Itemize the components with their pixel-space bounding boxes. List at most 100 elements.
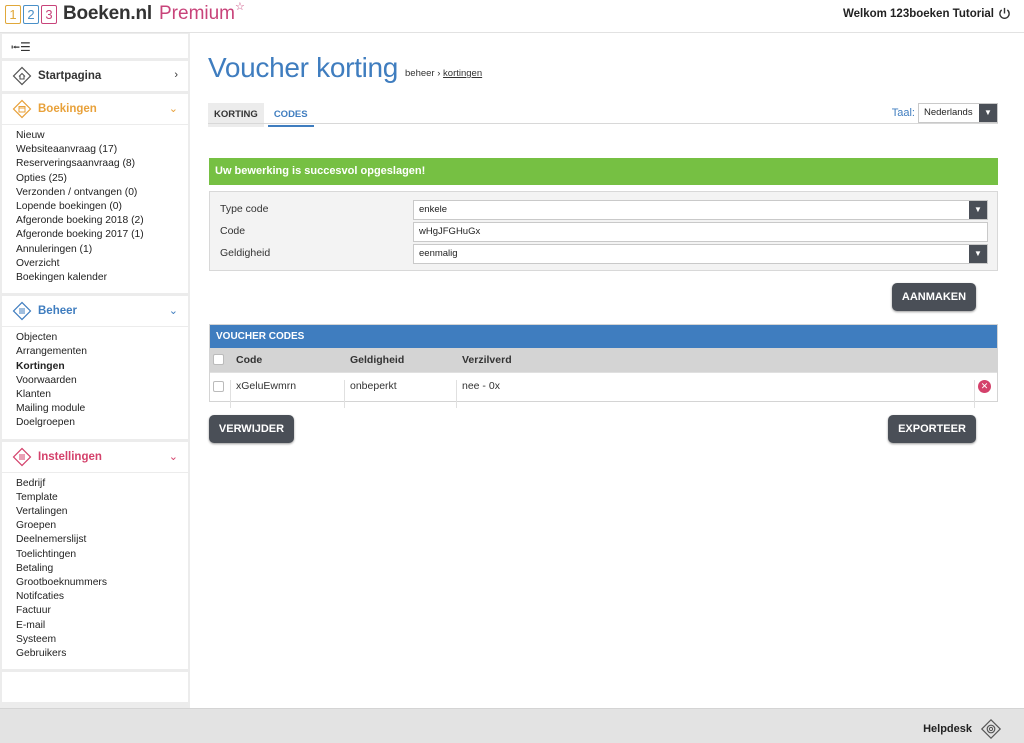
sidebar-item-voorwaarden[interactable]: Voorwaarden <box>16 374 188 388</box>
voucher-codes-table: VOUCHER CODES Code Geldigheid Verzilverd… <box>209 324 998 408</box>
sidebar-panel-more <box>2 672 188 703</box>
select-all-checkbox[interactable] <box>213 354 224 365</box>
sidebar-item-objecten[interactable]: Objecten <box>16 331 188 345</box>
success-alert: Uw bewerking is succesvol opgeslagen! <box>209 158 998 185</box>
sidebar-item-verzonden[interactable]: Verzonden / ontvangen (0) <box>16 186 188 200</box>
chevron-down-icon: ⌄ <box>168 103 178 115</box>
power-icon[interactable] <box>998 7 1011 20</box>
sidebar-item-kortingen[interactable]: Kortingen <box>16 360 188 374</box>
sidebar-item-annuleringen[interactable]: Annuleringen (1) <box>16 243 188 257</box>
language-label: Taal: <box>891 107 915 119</box>
welcome-text: Welkom 123boeken Tutorial <box>842 7 994 20</box>
sidebar-item-betaling[interactable]: Betaling <box>16 562 188 576</box>
dropdown-arrow-icon[interactable]: ▼ <box>969 201 987 219</box>
sidebar-item-afgeronde-2018[interactable]: Afgeronde boeking 2018 (2) <box>16 214 188 228</box>
sidebar-section-beheer[interactable]: Beheer ⌄ <box>2 296 188 326</box>
form-row-code: Code wHgJFGHuGx <box>210 222 997 242</box>
calendar-icon <box>12 99 32 119</box>
sidebar-item-gebruikers[interactable]: Gebruikers <box>16 647 188 661</box>
sidebar-item-boekingen-kalender[interactable]: Boekingen kalender <box>16 271 188 285</box>
sidebar-item-afgeronde-2017[interactable]: Afgeronde boeking 2017 (1) <box>16 228 188 242</box>
sidebar-toggle[interactable]: ⭰☰ <box>2 34 188 58</box>
sidebar-panel-instellingen: Instellingen ⌄ Bedrijf Template Vertalin… <box>2 441 188 670</box>
sidebar-section-instellingen[interactable]: Instellingen ⌄ <box>2 442 188 472</box>
sidebar-item-factuur[interactable]: Factuur <box>16 604 188 618</box>
user-menu[interactable]: Welkom 123boeken Tutorial <box>843 7 1011 20</box>
cell-verzilverd: nee - 0x <box>462 380 500 392</box>
star-icon: ☆ <box>235 0 245 13</box>
sidebar-panel-beheer: Beheer ⌄ Objecten Arrangementen Kortinge… <box>2 296 188 439</box>
sidebar-item-klanten[interactable]: Klanten <box>16 388 188 402</box>
list-icon <box>12 301 32 321</box>
sidebar-item-reserveringsaanvraag[interactable]: Reserveringsaanvraag (8) <box>16 157 188 171</box>
breadcrumb: beheer › kortingen <box>405 68 482 79</box>
dropdown-arrow-icon[interactable]: ▼ <box>969 245 987 263</box>
sidebar-item-mailing-module[interactable]: Mailing module <box>16 402 188 416</box>
sidebar-item-arrangementen[interactable]: Arrangementen <box>16 345 188 359</box>
table-row: xGeluEwmrn onbeperkt nee - 0x ✕ <box>210 372 997 408</box>
main-content: Voucher korting beheer › kortingen KORTI… <box>190 33 1024 708</box>
sidebar-item-nieuw[interactable]: Nieuw <box>16 129 188 143</box>
table-title: VOUCHER CODES <box>210 325 997 348</box>
logo-premium: Premium <box>159 3 236 24</box>
type-code-label: Type code <box>220 203 269 215</box>
exporteer-button[interactable]: EXPORTEER <box>888 415 976 443</box>
code-input[interactable]: wHgJFGHuGx <box>413 222 988 242</box>
section-title-instellingen: Instellingen <box>38 450 102 463</box>
column-header-geldigheid: Geldigheid <box>350 354 405 366</box>
breadcrumb-link-kortingen[interactable]: kortingen <box>443 68 482 79</box>
sidebar-item-grootboeknummers[interactable]: Grootboeknummers <box>16 576 188 590</box>
helpdesk-label: Helpdesk <box>923 723 972 735</box>
sidebar-item-doelgroepen[interactable]: Doelgroepen <box>16 416 188 430</box>
sidebar-item-startpagina[interactable]: Startpagina › <box>2 61 188 91</box>
menu-collapse-icon[interactable]: ⭰☰ <box>11 38 31 59</box>
language-select[interactable]: Nederlands ▼ <box>918 103 998 123</box>
chevron-right-icon: › <box>174 69 178 81</box>
sidebar-item-vertalingen[interactable]: Vertalingen <box>16 505 188 519</box>
row-checkbox[interactable] <box>213 381 224 392</box>
delete-row-icon[interactable]: ✕ <box>978 380 991 393</box>
footer: Helpdesk <box>0 708 1024 743</box>
sidebar-item-groepen[interactable]: Groepen <box>16 519 188 533</box>
table-header: Code Geldigheid Verzilverd <box>210 348 997 372</box>
cell-geldigheid: onbeperkt <box>350 380 397 392</box>
house-icon <box>12 66 32 86</box>
logo-digit-2: 2 <box>23 4 39 24</box>
column-divider <box>456 380 457 408</box>
language-selector: Taal: Nederlands ▼ <box>892 103 998 123</box>
top-bar: 1 2 3 Boeken.nl Premium ☆ Welkom 123boek… <box>0 0 1024 33</box>
sidebar-item-overzicht[interactable]: Overzicht <box>16 257 188 271</box>
sidebar-item-toelichtingen[interactable]: Toelichtingen <box>16 548 188 562</box>
voucher-form: Type code enkele ▼ Code wHgJFGHuGx Geldi… <box>209 191 998 271</box>
sidebar-item-opties[interactable]: Opties (25) <box>16 172 188 186</box>
sidebar-item-notificaties[interactable]: Notifcaties <box>16 590 188 604</box>
language-value: Nederlands <box>924 107 973 118</box>
aanmaken-button[interactable]: AANMAKEN <box>892 283 976 311</box>
sliders-icon <box>12 447 32 467</box>
logo-name: Boeken.nl <box>63 3 152 24</box>
sidebar-item-lopende-boekingen[interactable]: Lopende boekingen (0) <box>16 200 188 214</box>
dropdown-arrow-icon[interactable]: ▼ <box>979 104 997 122</box>
chevron-down-icon: ⌄ <box>168 450 178 463</box>
sidebar-panel-home: Startpagina › <box>2 61 188 91</box>
type-code-select[interactable]: enkele ▼ <box>413 200 988 220</box>
logo-digit-1: 1 <box>5 4 21 24</box>
sidebar-item-systeem[interactable]: Systeem <box>16 633 188 647</box>
sidebar-item-e-mail[interactable]: E-mail <box>16 619 188 633</box>
helpdesk-link[interactable]: Helpdesk <box>923 718 1002 740</box>
page-title: Voucher korting <box>208 52 399 83</box>
geldigheid-value: eenmalig <box>419 248 458 259</box>
verwijder-button[interactable]: VERWIJDER <box>209 415 294 443</box>
geldigheid-select[interactable]: eenmalig ▼ <box>413 244 988 264</box>
sidebar-item-websiteaanvraag[interactable]: Websiteaanvraag (17) <box>16 143 188 157</box>
sidebar-section-boekingen[interactable]: Boekingen ⌄ <box>2 94 188 124</box>
logo-digit-3: 3 <box>41 4 57 24</box>
sidebar-item-template[interactable]: Template <box>16 491 188 505</box>
column-header-code: Code <box>236 354 263 366</box>
lifebuoy-icon <box>980 718 1002 740</box>
form-row-type-code: Type code enkele ▼ <box>210 200 997 220</box>
boekingen-links: Nieuw Websiteaanvraag (17) Reserveringsa… <box>2 124 188 293</box>
sidebar-item-deelnemerslijst[interactable]: Deelnemerslijst <box>16 533 188 547</box>
sidebar-item-bedrijf[interactable]: Bedrijf <box>16 477 188 491</box>
logo[interactable]: 1 2 3 Boeken.nl Premium ☆ <box>5 0 245 25</box>
